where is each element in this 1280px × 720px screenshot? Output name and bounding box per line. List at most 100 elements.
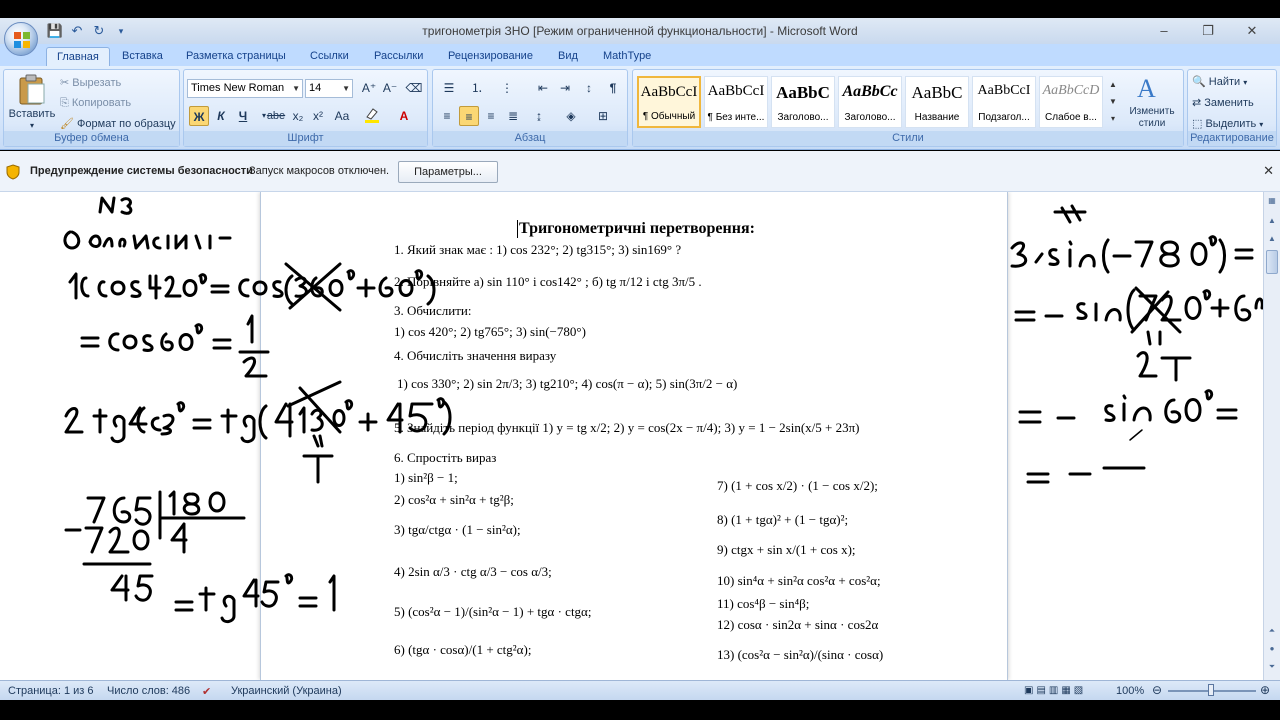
grow-font-button[interactable]: A⁺ (359, 78, 379, 98)
close-icon[interactable]: ✕ (1263, 163, 1274, 179)
zoom-out-icon[interactable]: ⊖ (1152, 683, 1162, 697)
font-size-combo[interactable]: 14 ▼ (305, 79, 353, 98)
bullets-icon[interactable]: ☰ (439, 78, 459, 98)
format-painter-button[interactable]: 🖌 Формат по образцу (60, 117, 176, 130)
tab-mathtype[interactable]: MathType (593, 47, 661, 66)
style-heading-2[interactable]: AaBbCc Заголово... (838, 76, 902, 128)
select-button[interactable]: ⬚ Выделить ▾ (1192, 117, 1263, 130)
editing-group: 🔍 Найти ▾ ⇄ Заменить ⬚ Выделить ▾ Редакт… (1187, 69, 1277, 147)
security-options-button[interactable]: Параметры... (398, 161, 498, 183)
font-color-button[interactable]: A (394, 106, 414, 126)
style-sample: AaBbC (911, 83, 963, 102)
minimize-button[interactable]: – (1142, 20, 1186, 42)
clipboard-group-label: Буфер обмена (4, 131, 179, 146)
borders-icon[interactable]: ⊞ (593, 106, 613, 126)
ink-stroke (158, 490, 246, 540)
ruler-toggle-icon[interactable]: ▦ (1265, 194, 1279, 208)
highlight-icon[interactable] (362, 106, 382, 126)
line-spacing-icon[interactable]: ↨ (529, 106, 549, 126)
paste-label: Вставить (8, 108, 56, 120)
change-case-button[interactable]: Aa (332, 106, 352, 126)
ink-stroke (1129, 429, 1143, 441)
style-sample: AaBbCcI (977, 83, 1031, 98)
zoom-slider[interactable] (1168, 684, 1256, 696)
change-styles-button[interactable]: A Изменить стили (1123, 72, 1181, 130)
bold-button[interactable]: Ж (189, 106, 209, 126)
close-button[interactable]: ✕ (1230, 20, 1274, 42)
align-left-icon[interactable]: ≡ (437, 106, 457, 126)
paste-button[interactable]: Вставить ▾ (8, 72, 56, 130)
cut-button[interactable]: ✂ Вырезать (60, 76, 121, 89)
justify-icon[interactable]: ≣ (503, 106, 523, 126)
font-group: Times New Roman ▼ 14 ▼ A⁺ A⁻ ⌫ Ж К Ч ▾ abe… (183, 69, 428, 147)
style-name: Подзагол... (978, 112, 1030, 123)
copy-button[interactable]: ⎘ Копировать (60, 97, 131, 110)
doc-line: 2) cos²α + sin²α + tg²β; (394, 492, 514, 507)
zoom-level[interactable]: 100% (1116, 685, 1144, 697)
zoom-slider-thumb[interactable] (1208, 684, 1214, 696)
font-name-value: Times New Roman (191, 82, 285, 94)
change-styles-label: Изменить стили (1129, 106, 1175, 129)
style-name: ¶ Обычный (642, 111, 696, 122)
status-bar: Страница: 1 из 6 Число слов: 486 ✔ Украи… (0, 680, 1280, 700)
ink-stroke (1130, 286, 1182, 334)
tab-mailings[interactable]: Рассылки (364, 47, 433, 66)
ink-stroke (170, 522, 188, 554)
sort-icon[interactable]: ↕ (579, 78, 599, 98)
next-page-icon[interactable]: ⏷ (1265, 660, 1279, 674)
align-center-icon[interactable]: ≡ (459, 106, 479, 126)
style-no-spacing[interactable]: AaBbCcI ¶ Без инте... (704, 76, 768, 128)
tab-references[interactable]: Ссылки (300, 47, 359, 66)
numbering-icon[interactable]: ⒈ (467, 78, 487, 98)
style-normal[interactable]: AaBbCcI ¶ Обычный (637, 76, 701, 128)
view-buttons[interactable]: ▣▤▥▦▧ (1024, 685, 1086, 696)
style-title[interactable]: AaBbC Название (905, 76, 969, 128)
page-indicator[interactable]: Страница: 1 из 6 (8, 685, 94, 697)
binoculars-icon: 🔍 (1192, 76, 1206, 88)
font-name-combo[interactable]: Times New Roman ▼ (187, 79, 303, 98)
spellcheck-icon[interactable]: ✔ (202, 685, 211, 698)
align-right-icon[interactable]: ≡ (481, 106, 501, 126)
restore-button[interactable]: ❐ (1186, 20, 1230, 42)
styles-scroll[interactable]: ▲ ▼ ▾ (1107, 76, 1119, 128)
shading-icon[interactable]: ◈ (561, 106, 581, 126)
style-subtle-emphasis[interactable]: AaBbCcD Слабое в... (1039, 76, 1103, 128)
vertical-scrollbar[interactable]: ▦ ▲ ▲ ⏶ ● ⏷ (1263, 192, 1280, 680)
prev-page-icon[interactable]: ⏶ (1265, 624, 1279, 638)
tab-view[interactable]: Вид (548, 47, 588, 66)
ink-stroke (68, 272, 208, 300)
decrease-indent-icon[interactable]: ⇤ (533, 78, 553, 98)
find-button[interactable]: 🔍 Найти ▾ (1192, 75, 1247, 88)
scroll-up-icon[interactable]: ▲ (1265, 232, 1279, 246)
tab-review[interactable]: Рецензирование (438, 47, 543, 66)
style-name: Название (914, 112, 960, 123)
scrollbar-thumb[interactable] (1266, 250, 1278, 274)
increase-indent-icon[interactable]: ⇥ (555, 78, 575, 98)
style-subtitle[interactable]: AaBbCcI Подзагол... (972, 76, 1036, 128)
document-page[interactable]: Тригонометричні перетворення: 1. Який зн… (261, 192, 1007, 680)
ink-stroke (212, 314, 270, 378)
scroll-up-icon[interactable]: ▲ (1265, 214, 1279, 228)
multilevel-list-icon[interactable]: ⋮ (497, 78, 517, 98)
strikethrough-button[interactable]: abe (266, 106, 286, 126)
superscript-button[interactable]: x² (308, 106, 328, 126)
zoom-in-icon[interactable]: ⊕ (1260, 683, 1270, 697)
tab-page-layout[interactable]: Разметка страницы (176, 47, 296, 66)
office-button[interactable] (4, 22, 38, 56)
underline-button[interactable]: Ч (233, 106, 253, 126)
ribbon-tabs: Главная Вставка Разметка страницы Ссылки… (0, 44, 1280, 66)
language-indicator[interactable]: Украинский (Украина) (231, 685, 342, 697)
tab-home[interactable]: Главная (46, 47, 110, 66)
doc-line: 4. Обчисліть значення виразу (394, 348, 557, 363)
style-heading-1[interactable]: AaBbC Заголово... (771, 76, 835, 128)
styles-group-label: Стили (633, 131, 1183, 146)
replace-button[interactable]: ⇄ Заменить (1192, 96, 1254, 109)
word-count[interactable]: Число слов: 486 (107, 685, 190, 697)
browse-object-icon[interactable]: ● (1265, 642, 1279, 656)
tab-insert[interactable]: Вставка (112, 47, 173, 66)
pilcrow-icon[interactable]: ¶ (603, 78, 623, 98)
shrink-font-button[interactable]: A⁻ (380, 78, 400, 98)
clear-formatting-icon[interactable]: ⌫ (404, 78, 424, 98)
italic-button[interactable]: К (211, 106, 231, 126)
subscript-button[interactable]: x₂ (288, 106, 308, 126)
